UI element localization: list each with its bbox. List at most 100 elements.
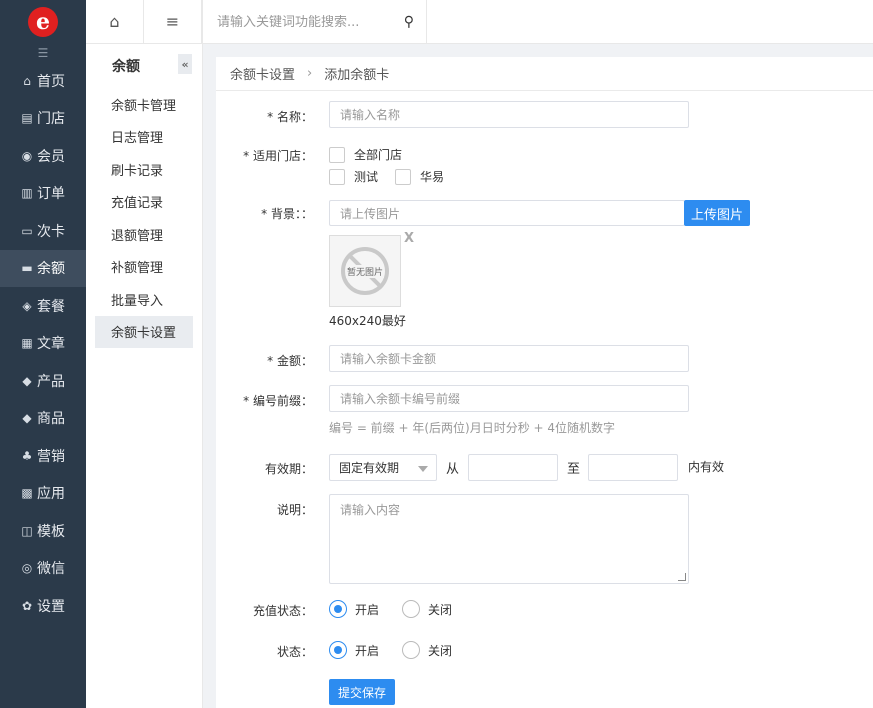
- sub-menu-item[interactable]: 退额管理: [95, 218, 193, 251]
- goods-icon: ◆: [22, 411, 32, 426]
- nav-item-label: 商品: [37, 411, 65, 428]
- store-checkbox-all[interactable]: 全部门店: [329, 146, 402, 163]
- radio-label: 开启: [355, 643, 380, 658]
- nav-item-label: 套餐: [37, 298, 65, 315]
- radio-label: 关闭: [428, 602, 453, 617]
- submit-button[interactable]: 提交保存: [329, 679, 395, 705]
- logo-icon: e: [28, 7, 58, 37]
- double-chevron-left-icon[interactable]: «: [178, 54, 192, 74]
- image-preview: 暂无图片: [329, 235, 401, 307]
- nav-item-label: 产品: [37, 373, 65, 390]
- nav-collapse-icon[interactable]: ☰: [0, 44, 86, 62]
- no-image-text: 暂无图片: [345, 264, 384, 278]
- nav-item[interactable]: ◈ 套餐: [0, 287, 86, 325]
- product-icon: ◆: [22, 373, 32, 388]
- status-open-radio[interactable]: 开启: [329, 641, 379, 659]
- nav-item-label: 会员: [37, 148, 65, 165]
- nav-item[interactable]: ▦ 文章: [0, 325, 86, 363]
- breadcrumb-current: 添加余额卡: [324, 68, 390, 83]
- stores-label: * 适用门店：: [243, 149, 313, 163]
- sub-menu-title-text: 余额: [112, 59, 140, 75]
- nav-item[interactable]: ▩ 应用: [0, 475, 86, 513]
- nav-item[interactable]: ▭ 次卡: [0, 212, 86, 250]
- template-icon: ◫: [21, 523, 33, 538]
- search-icon[interactable]: ⚲: [404, 14, 414, 30]
- prefix-input[interactable]: 请输入余额卡编号前缀: [329, 385, 689, 412]
- sub-menu-title: 余额 «: [86, 44, 202, 88]
- wechat-icon: ◎: [21, 561, 33, 576]
- settings-icon: ✿: [21, 598, 33, 613]
- nav-item[interactable]: ▥ 订单: [0, 175, 86, 213]
- nav-item[interactable]: ◆ 产品: [0, 362, 86, 400]
- nav-item[interactable]: ▬ 余额: [0, 249, 86, 287]
- sub-menu-item[interactable]: 充值记录: [95, 186, 193, 219]
- checkbox-icon: [329, 146, 345, 163]
- radio-label: 关闭: [428, 643, 453, 658]
- status-close-radio[interactable]: 关闭: [402, 641, 452, 659]
- nav-item-label: 订单: [37, 186, 65, 203]
- status-label: 状态：: [276, 645, 313, 659]
- store-label: 华易: [420, 170, 445, 184]
- package-icon: ◈: [22, 298, 32, 313]
- validity-select-value: 固定有效期: [339, 461, 400, 475]
- nav-item[interactable]: ⌂ 首页: [0, 62, 86, 100]
- resize-handle-icon[interactable]: [678, 573, 686, 581]
- marketing-icon: ♣: [21, 448, 33, 463]
- name-input[interactable]: 请输入名称: [329, 101, 689, 128]
- breadcrumb-parent[interactable]: 余额卡设置: [230, 64, 295, 83]
- radio-unchecked-icon: [402, 600, 420, 618]
- end-date-input[interactable]: [588, 454, 678, 481]
- description-label: 说明：: [276, 503, 313, 517]
- nav-item[interactable]: ◉ 会员: [0, 137, 86, 175]
- nav-item[interactable]: ◎ 微信: [0, 550, 86, 588]
- nav-item-label: 微信: [37, 561, 65, 578]
- nav-item-label: 营销: [37, 448, 65, 465]
- nav-item-label: 模板: [37, 523, 65, 540]
- nav-item[interactable]: ✿ 设置: [0, 587, 86, 625]
- sub-menu: ⌂ ≡ 余额 « 余额卡管理 日志管理 刷卡记录 充值记录 退额管理 补额管理 批量导入 余额…: [86, 0, 203, 708]
- sub-menu-item[interactable]: 刷卡记录: [95, 153, 193, 186]
- home-icon[interactable]: ⌂: [86, 0, 144, 43]
- nav-item-label: 门店: [37, 111, 65, 128]
- search-input[interactable]: [217, 14, 392, 30]
- nav-item-label: 设置: [37, 598, 65, 615]
- nav-item[interactable]: ◫ 模板: [0, 512, 86, 550]
- store-checkbox-test[interactable]: 测试: [329, 168, 378, 185]
- article-icon: ▦: [21, 336, 33, 351]
- radio-unchecked-icon: [402, 641, 420, 659]
- background-input[interactable]: 请上传图片: [329, 200, 685, 226]
- main-panel: 余额卡设置 › 添加余额卡 * 名称： 请输入名称 * 适用门店： 全部门店 测…: [216, 57, 873, 708]
- image-size-hint: 460x240最好: [329, 314, 406, 328]
- sub-menu-item[interactable]: 余额卡管理: [95, 88, 193, 121]
- checkbox-icon: [395, 168, 411, 185]
- nav-item-label: 次卡: [37, 223, 65, 240]
- menu-icon[interactable]: ≡: [144, 0, 202, 43]
- store-checkbox-huayi[interactable]: 华易: [395, 168, 444, 185]
- nav-item[interactable]: ◆ 商品: [0, 400, 86, 438]
- sub-menu-item[interactable]: 余额卡设置: [95, 315, 193, 348]
- logo[interactable]: e: [0, 0, 86, 44]
- breadcrumb: 余额卡设置 › 添加余额卡: [216, 57, 873, 91]
- order-icon: ▥: [21, 186, 33, 201]
- from-text: 从: [446, 462, 460, 477]
- upload-image-button[interactable]: 上传图片: [684, 200, 750, 226]
- validity-select[interactable]: 固定有效期: [329, 454, 437, 481]
- background-label: * 背景：：: [261, 207, 313, 221]
- sub-menu-item[interactable]: 批量导入: [95, 283, 193, 316]
- nav-item-label: 应用: [37, 486, 65, 503]
- recharge-open-radio[interactable]: 开启: [329, 600, 379, 618]
- radio-checked-icon: [329, 600, 347, 618]
- remove-image-icon[interactable]: X: [404, 231, 414, 246]
- sub-menu-item[interactable]: 日志管理: [95, 121, 193, 154]
- recharge-status-label: 充值状态：: [252, 604, 313, 618]
- start-date-input[interactable]: [468, 454, 558, 481]
- description-placeholder: 请输入内容: [340, 503, 401, 517]
- sub-menu-item[interactable]: 补额管理: [95, 251, 193, 284]
- main-nav: e ☰ ⌂ 首页 ▤ 门店 ◉ 会员 ▥ 订单 ▭ 次卡 ▬ 余额 ◈ 套餐 ▦ 文章 ◆ 产品 ◆ 商品 ♣ 营销 ▩ 应用…: [0, 0, 86, 708]
- nav-item[interactable]: ♣ 营销: [0, 437, 86, 475]
- checkbox-icon: [329, 168, 345, 185]
- nav-item[interactable]: ▤ 门店: [0, 100, 86, 138]
- description-textarea[interactable]: 请输入内容: [329, 494, 689, 584]
- amount-input[interactable]: 请输入余额卡金额: [329, 345, 689, 372]
- recharge-close-radio[interactable]: 关闭: [402, 600, 452, 618]
